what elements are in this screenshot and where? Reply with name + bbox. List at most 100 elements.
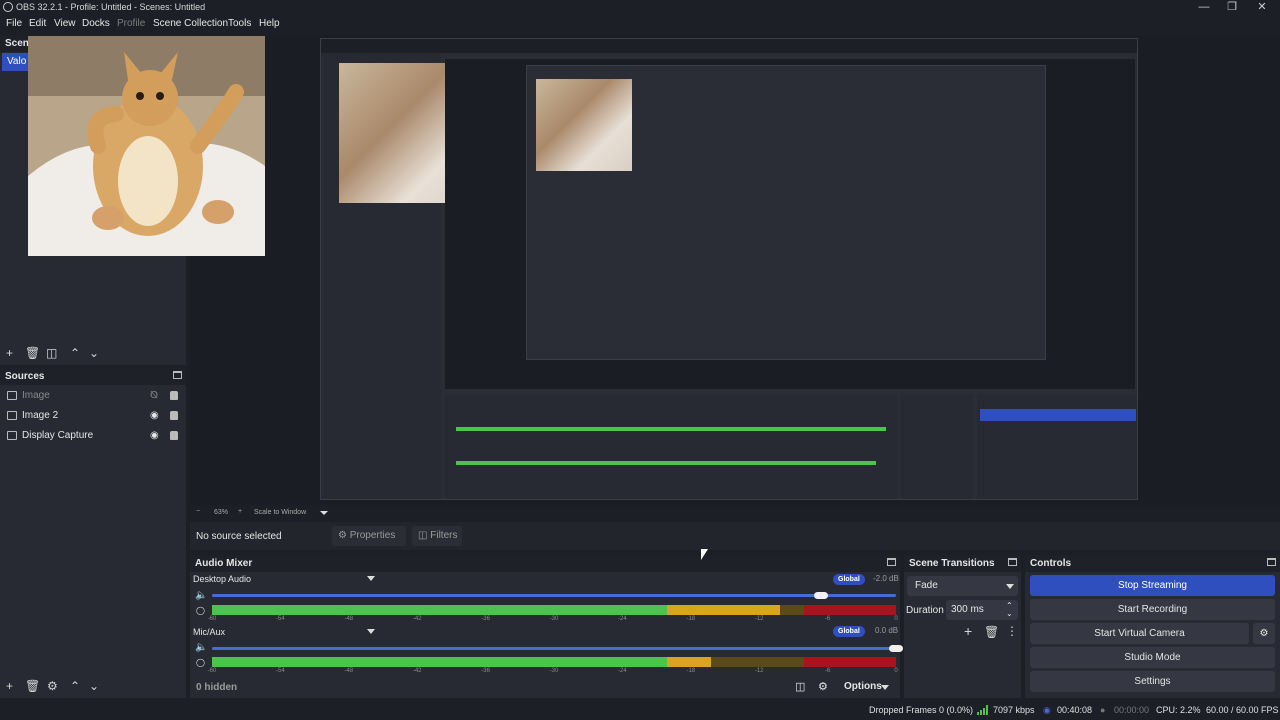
restore-icon[interactable]: ❐	[1216, 0, 1248, 14]
dock-icon[interactable]	[173, 371, 182, 379]
zoom-out-icon[interactable]: −	[196, 508, 200, 515]
start-recording-button[interactable]: Start Recording	[1030, 599, 1275, 620]
move-source-up-icon[interactable]: ⌃	[70, 680, 80, 692]
sources-dock: Sources Image ⦰ Image 2 ◉ Display Captur…	[0, 368, 186, 698]
properties-button[interactable]: ⚙ Properties	[332, 526, 406, 546]
menu-file[interactable]: File	[6, 18, 22, 29]
meter-tick-label: -18	[686, 668, 696, 674]
meter-tick-label: -54	[276, 616, 285, 622]
meter-tick-label: -12	[754, 616, 764, 622]
start-virtual-camera-button[interactable]: Start Virtual Camera	[1030, 623, 1249, 644]
meter-tick-label: -36	[481, 616, 490, 622]
duration-input[interactable]: 300 ms ⌃ ⌄	[946, 600, 1018, 620]
remove-transition-icon[interactable]: 🗑	[984, 626, 999, 638]
move-source-down-icon[interactable]: ⌄	[89, 680, 99, 692]
menu-bar: File Edit View Docks Profile Scene Colle…	[0, 15, 1280, 33]
bitrate: 7097 kbps	[993, 705, 1035, 715]
menu-help[interactable]: Help	[259, 18, 280, 29]
gear-icon: ⚙	[1259, 628, 1269, 639]
channel-menu-chevron-icon[interactable]	[367, 576, 375, 581]
studio-mode-button[interactable]: Studio Mode	[1030, 647, 1275, 668]
meter-zone	[803, 657, 896, 667]
stepper-down-icon[interactable]: ⌄	[1006, 604, 1013, 624]
channel-menu-chevron-icon[interactable]	[367, 629, 375, 634]
stop-streaming-button[interactable]: Stop Streaming	[1030, 575, 1275, 596]
close-icon[interactable]: ✕	[1246, 0, 1278, 14]
lock-icon[interactable]	[170, 411, 178, 420]
dock-icon[interactable]	[887, 558, 896, 566]
transition-select[interactable]: Fade	[907, 576, 1018, 596]
title-bar: OBS 32.2.1 - Profile: Untitled - Scenes:…	[0, 0, 1280, 15]
source-properties-icon[interactable]: ⚙	[47, 680, 58, 692]
virtual-camera-settings-button[interactable]: ⚙	[1253, 623, 1275, 644]
chevron-down-icon[interactable]	[320, 511, 328, 515]
source-label: Display Capture	[22, 430, 94, 441]
menu-edit[interactable]: Edit	[29, 18, 46, 29]
meter-tick-label: -42	[412, 668, 422, 674]
filters-label: Filters	[430, 530, 458, 541]
source-label: Image 2	[22, 410, 59, 421]
streaming-icon: ◉	[1043, 705, 1051, 715]
zoom-mode[interactable]: Scale to Window	[254, 509, 306, 516]
image-2-source-render[interactable]	[28, 36, 265, 256]
source-toolbar: No source selected ⚙ Properties ◫ Filter…	[190, 522, 1280, 550]
mute-toggle-icon[interactable]: ◯	[196, 606, 205, 615]
mute-toggle-icon[interactable]: ◯	[196, 658, 205, 667]
add-scene-icon[interactable]: +	[6, 347, 13, 359]
visibility-icon[interactable]: ◉	[150, 428, 159, 444]
settings-button[interactable]: Settings	[1030, 671, 1275, 692]
monitor-icon	[7, 431, 17, 440]
add-source-icon[interactable]: +	[6, 680, 13, 692]
vertical-layout-icon[interactable]: ◫	[795, 680, 805, 693]
level-meter	[212, 605, 896, 615]
menu-scene-collection[interactable]: Scene Collection	[153, 18, 228, 29]
meter-tick-label: -36	[481, 668, 490, 674]
visibility-hidden-icon[interactable]: ⦰	[150, 388, 158, 404]
remove-source-icon[interactable]: 🗑	[25, 680, 40, 692]
filters-button[interactable]: ◫ Filters	[412, 526, 462, 546]
meter-level-green	[212, 657, 667, 667]
menu-docks[interactable]: Docks	[82, 18, 110, 29]
zoom-in-icon[interactable]: +	[238, 508, 242, 515]
volume-slider-knob[interactable]	[813, 592, 828, 599]
meter-level-green	[212, 605, 667, 615]
volume-slider-knob[interactable]	[889, 645, 903, 652]
scene-filters-icon[interactable]: ◫	[46, 347, 57, 359]
scene-item-valo[interactable]: Valo	[2, 53, 30, 71]
lock-icon[interactable]	[170, 391, 178, 400]
advanced-audio-icon[interactable]: ⚙	[818, 680, 828, 693]
dock-icon[interactable]	[1267, 558, 1276, 566]
menu-profile[interactable]: Profile	[117, 18, 145, 29]
display-capture-preview	[320, 38, 1138, 500]
transition-menu-icon[interactable]: ⋮	[1006, 625, 1018, 637]
meter-tick-label: -42	[412, 616, 422, 622]
add-transition-icon[interactable]: +	[964, 624, 972, 638]
volume-slider-track[interactable]	[212, 594, 896, 597]
image-icon	[7, 411, 17, 420]
lock-icon[interactable]	[170, 431, 178, 440]
volume-slider-track[interactable]	[212, 647, 896, 650]
meter-tick-label: -30	[549, 668, 559, 674]
global-badge: Global	[833, 626, 865, 637]
meter-tick-label: -48	[344, 616, 354, 622]
source-item-display-capture[interactable]: Display Capture ◉	[7, 428, 182, 444]
chevron-down-icon[interactable]	[881, 685, 889, 690]
menu-view[interactable]: View	[54, 18, 76, 29]
move-scene-down-icon[interactable]: ⌄	[89, 347, 99, 359]
speaker-icon[interactable]: 🔈	[195, 642, 207, 653]
dock-icon[interactable]	[1008, 558, 1017, 566]
record-time: 00:00:00	[1114, 705, 1150, 715]
meter-tick-label: -6	[824, 616, 831, 622]
record-icon: ●	[1100, 705, 1106, 715]
options-button[interactable]: Options	[844, 681, 882, 692]
move-scene-up-icon[interactable]: ⌃	[70, 347, 80, 359]
visibility-icon[interactable]: ◉	[150, 408, 159, 424]
source-item-image-2[interactable]: Image 2 ◉	[7, 408, 182, 424]
audio-mixer-title: Audio Mixer	[195, 558, 253, 569]
controls-dock: Controls Stop Streaming Start Recording …	[1025, 555, 1280, 698]
zoom-level: 63%	[214, 509, 229, 516]
remove-scene-icon[interactable]: 🗑	[25, 347, 40, 359]
speaker-icon[interactable]: 🔈	[195, 590, 207, 601]
source-item-image[interactable]: Image ⦰	[7, 388, 182, 404]
menu-tools[interactable]: Tools	[228, 18, 251, 29]
